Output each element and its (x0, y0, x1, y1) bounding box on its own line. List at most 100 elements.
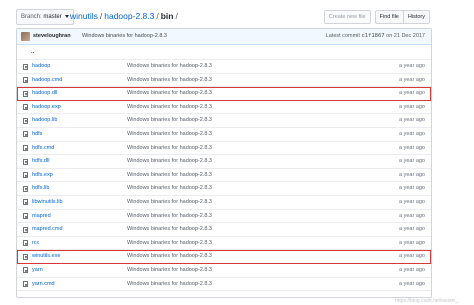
table-row: mapred.cmd Windows binaries for hadoop-2.… (17, 223, 431, 237)
breadcrumb-separator: / (99, 11, 103, 21)
table-row: hdfs.dll Windows binaries for hadoop-2.8.… (17, 155, 431, 169)
file-icon (23, 199, 28, 206)
file-age: a year ago (399, 239, 425, 246)
breadcrumb-current: bin (160, 11, 174, 21)
table-row: hadoop.exp Windows binaries for hadoop-2.… (17, 101, 431, 115)
file-name-link[interactable]: hadoop.lib (32, 114, 57, 128)
file-name-link[interactable]: hadoop.exp (32, 101, 61, 115)
file-name-link[interactable]: hdfs.cmd (32, 142, 54, 156)
breadcrumb-repo[interactable]: winutils (70, 11, 98, 21)
file-commit-message[interactable]: Windows binaries for hadoop-2.8.3 (127, 264, 212, 278)
find-file-button[interactable]: Find file (374, 10, 404, 24)
history-button[interactable]: History (403, 10, 430, 24)
file-age: a year ago (399, 185, 425, 192)
file-icon (23, 240, 28, 247)
file-name-link[interactable]: libwinutils.lib (32, 196, 63, 210)
file-commit-message[interactable]: Windows binaries for hadoop-2.8.3 (127, 114, 212, 128)
file-age: a year ago (399, 212, 425, 219)
file-age: a year ago (399, 130, 425, 137)
commit-date: on 21 Dec 2017 (386, 33, 425, 39)
watermark: https://blog.csdn.net/weixin_ (395, 298, 458, 304)
file-name-link[interactable]: yarn (32, 264, 43, 278)
file-name-link[interactable]: winutils.exe (32, 250, 60, 264)
file-age: a year ago (399, 198, 425, 205)
file-icon (23, 131, 28, 138)
file-icon (23, 281, 28, 287)
file-name-link[interactable]: hadoop (32, 60, 50, 74)
file-commit-message[interactable]: Windows binaries for hadoop-2.8.3 (127, 101, 212, 115)
file-commit-message[interactable]: Windows binaries for hadoop-2.8.3 (127, 196, 212, 210)
file-name-link[interactable]: mapred (32, 210, 51, 224)
file-commit-message[interactable]: Windows binaries for hadoop-2.8.3 (127, 155, 212, 169)
table-row: hdfs.cmd Windows binaries for hadoop-2.8.… (17, 142, 431, 156)
file-age: a year ago (399, 266, 425, 273)
file-name-link[interactable]: hdfs.dll (32, 155, 49, 169)
file-navigation: Branch: master winutils / hadoop-2.8.3/bin… (16, 9, 430, 25)
file-age: a year ago (399, 253, 425, 260)
file-name-link[interactable]: hdfs.lib (32, 182, 49, 196)
file-commit-message[interactable]: Windows binaries for hadoop-2.8.3 (127, 60, 212, 74)
parent-directory-row: .. (17, 45, 431, 60)
file-icon (23, 77, 28, 84)
file-age: a year ago (399, 280, 425, 287)
file-name-link[interactable]: mapred.cmd (32, 223, 63, 237)
table-row: hdfs.exp Windows binaries for hadoop-2.8.… (17, 169, 431, 183)
table-row: winutils.exe Windows binaries for hadoop-… (17, 250, 431, 264)
table-row: hadoop.dll Windows binaries for hadoop-2.… (17, 87, 431, 101)
avatar[interactable] (21, 32, 30, 41)
file-icon (23, 63, 28, 70)
file-commit-message[interactable]: Windows binaries for hadoop-2.8.3 (127, 74, 212, 88)
latest-commit-label: Latest commit (325, 33, 360, 39)
file-commit-message[interactable]: Windows binaries for hadoop-2.8.3 (127, 210, 212, 224)
file-age: a year ago (399, 171, 425, 178)
file-commit-message[interactable]: Windows binaries for hadoop-2.8.3 (127, 250, 212, 264)
file-actions: Create new file Find file History (323, 10, 430, 24)
table-row: hdfs.lib Windows binaries for hadoop-2.8.… (17, 182, 431, 196)
commit-sha[interactable]: c1f1867 (361, 33, 384, 39)
table-row: rcc Windows binaries for hadoop-2.8.3 a ye… (17, 237, 431, 251)
file-name-link[interactable]: yarn.cmd (32, 278, 55, 292)
file-commit-message[interactable]: Windows binaries for hadoop-2.8.3 (127, 128, 212, 142)
file-age: a year ago (399, 226, 425, 233)
file-age: a year ago (399, 90, 425, 97)
branch-selector[interactable]: Branch: master (16, 9, 75, 25)
file-age: a year ago (399, 103, 425, 110)
file-age: a year ago (399, 144, 425, 151)
file-name-link[interactable]: hadoop.cmd (32, 74, 62, 88)
create-new-file-button[interactable]: Create new file (323, 10, 371, 24)
file-icon (23, 145, 28, 152)
commit-message[interactable]: Windows binaries for hadoop-2.8.3 (82, 29, 167, 44)
breadcrumb-dir[interactable]: hadoop-2.8.3 (104, 11, 154, 21)
table-row: hdfs Windows binaries for hadoop-2.8.3 a y… (17, 128, 431, 142)
file-icon (23, 213, 28, 220)
file-commit-message[interactable]: Windows binaries for hadoop-2.8.3 (127, 142, 212, 156)
file-icon (23, 158, 28, 165)
file-age: a year ago (399, 63, 425, 69)
branch-prefix: Branch: (21, 14, 42, 20)
file-age: a year ago (399, 76, 425, 83)
latest-commit-bar: steveloughran Windows binaries for hadoo… (17, 29, 431, 45)
table-row: hadoop Windows binaries for hadoop-2.8.3 a… (17, 60, 431, 74)
file-list: steveloughran Windows binaries for hadoo… (16, 28, 432, 298)
file-name-link[interactable]: rcc (32, 237, 39, 251)
latest-commit: Latest commit c1f1867 on 21 Dec 2017 (326, 29, 425, 44)
file-commit-message[interactable]: Windows binaries for hadoop-2.8.3 (127, 182, 212, 196)
table-row: yarn Windows binaries for hadoop-2.8.3 a y… (17, 264, 431, 278)
file-commit-message[interactable]: Windows binaries for hadoop-2.8.3 (127, 223, 212, 237)
file-icon (23, 253, 28, 260)
file-commit-message[interactable]: Windows binaries for hadoop-2.8.3 (127, 169, 212, 183)
file-icon (23, 104, 28, 111)
file-commit-message[interactable]: Windows binaries for hadoop-2.8.3 (127, 278, 212, 292)
commit-author[interactable]: steveloughran (33, 29, 71, 44)
file-commit-message[interactable]: Windows binaries for hadoop-2.8.3 (127, 237, 212, 251)
table-row: hadoop.lib Windows binaries for hadoop-2.… (17, 114, 431, 128)
file-rows: hadoop Windows binaries for hadoop-2.8.3 a… (17, 60, 431, 292)
file-commit-message[interactable]: Windows binaries for hadoop-2.8.3 (127, 87, 212, 101)
file-name-link[interactable]: hdfs.exp (32, 169, 53, 183)
file-name-link[interactable]: hadoop.dll (32, 87, 57, 101)
parent-directory-link[interactable]: .. (31, 45, 34, 60)
file-icon (23, 267, 28, 274)
table-row: libwinutils.lib Windows binaries for hado… (17, 196, 431, 210)
file-icon (23, 90, 28, 97)
file-name-link[interactable]: hdfs (32, 128, 42, 142)
